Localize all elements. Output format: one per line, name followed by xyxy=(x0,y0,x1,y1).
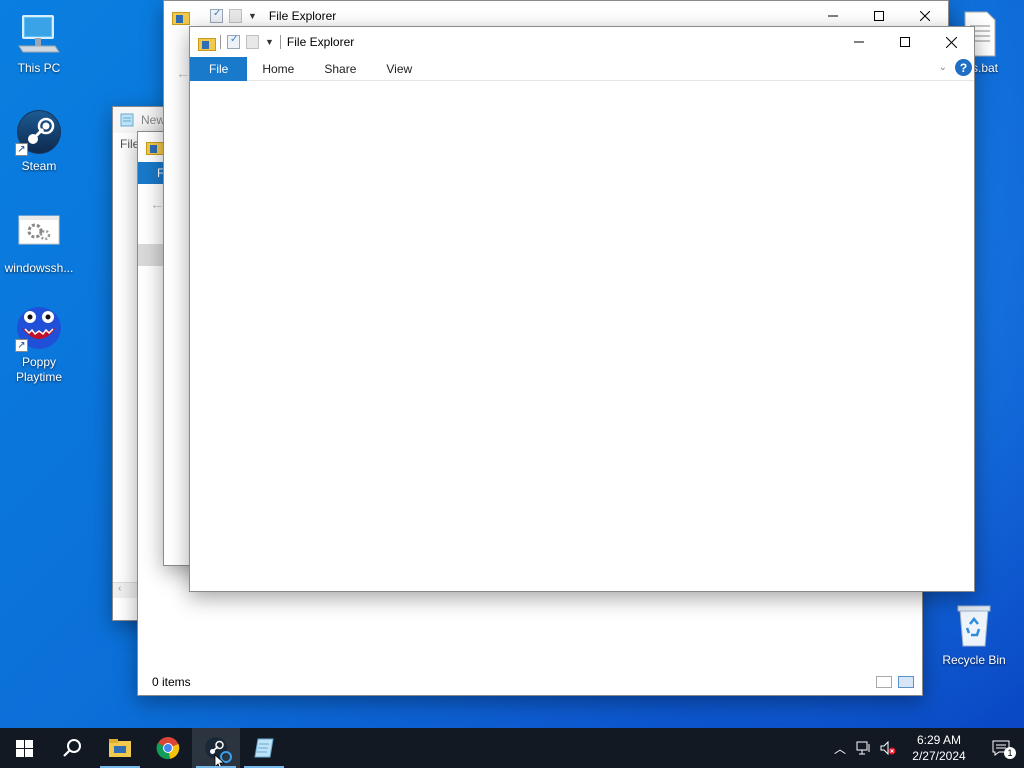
steam-icon: ↗ xyxy=(15,108,63,156)
notepad-title: New xyxy=(141,113,166,127)
settings-file-icon xyxy=(15,210,63,258)
network-button[interactable] xyxy=(852,728,876,768)
nav-pane-selected-item[interactable] xyxy=(138,244,164,266)
desktop-icon-steam[interactable]: ↗ Steam xyxy=(1,108,77,174)
close-icon xyxy=(945,36,957,48)
taskbar-notepad[interactable] xyxy=(240,728,288,768)
tab-home[interactable]: Home xyxy=(247,57,309,81)
explorer-status-bar: 0 items xyxy=(138,669,922,695)
desktop-icon-windowssh[interactable]: windowssh... xyxy=(1,210,77,276)
minimize-button[interactable] xyxy=(836,27,882,57)
desktop-icon-recycle-bin[interactable]: Recycle Bin xyxy=(936,602,1012,668)
separator xyxy=(279,35,281,49)
shortcut-arrow-icon: ↗ xyxy=(15,143,28,156)
notification-count-badge: 1 xyxy=(1004,747,1016,759)
scroll-left-icon[interactable]: ‹ xyxy=(118,583,121,594)
this-pc-icon xyxy=(15,10,63,58)
clock-date: 2/27/2024 xyxy=(912,749,966,763)
back-arrow-icon[interactable]: ← xyxy=(150,196,164,212)
start-button[interactable] xyxy=(0,728,48,768)
minimize-icon xyxy=(854,41,864,43)
steam-label: Steam xyxy=(21,159,57,173)
clock-time: 6:29 AM xyxy=(916,733,962,747)
taskbar-chrome[interactable] xyxy=(144,728,192,768)
volume-button[interactable] xyxy=(876,728,900,768)
explorer-window-front[interactable]: ▼ File Explorer File Home Share View ⌄ ? xyxy=(189,26,975,592)
taskbar-file-explorer[interactable] xyxy=(96,728,144,768)
explorer-front-titlebar[interactable]: ▼ File Explorer xyxy=(190,27,974,57)
chrome-icon xyxy=(156,737,180,760)
recycle-bin-icon xyxy=(950,602,998,650)
maximize-icon xyxy=(874,11,884,21)
action-center-button[interactable]: 1 xyxy=(978,728,1024,768)
mouse-cursor-icon xyxy=(214,754,226,768)
chevron-up-icon: ︿ xyxy=(833,741,846,756)
shortcut-arrow-icon: ↗ xyxy=(15,339,28,352)
back-arrow-icon[interactable]: ← xyxy=(176,65,190,81)
tab-share[interactable]: Share xyxy=(309,57,371,81)
folder-icon xyxy=(146,140,164,155)
expand-ribbon-chevron-icon[interactable]: ⌄ xyxy=(939,62,947,73)
customize-quick-access-icon[interactable]: ▼ xyxy=(265,37,274,47)
new-folder-icon[interactable] xyxy=(246,35,259,49)
search-icon xyxy=(63,739,81,757)
taskbar-steam[interactable] xyxy=(192,728,240,768)
poppy-playtime-label: Poppy Playtime xyxy=(15,355,62,384)
explorer-front-content xyxy=(190,82,974,591)
status-item-count: 0 items xyxy=(152,675,191,689)
folder-icon xyxy=(172,10,190,25)
volume-muted-icon xyxy=(880,741,896,755)
explorer-front-title: File Explorer xyxy=(286,35,355,49)
show-hidden-icons-button[interactable]: ︿ xyxy=(828,728,852,768)
new-folder-icon[interactable] xyxy=(229,9,242,23)
poppy-playtime-icon: ↗ xyxy=(15,304,63,352)
desktop-icon-poppy-playtime[interactable]: ↗ Poppy Playtime xyxy=(1,304,77,385)
properties-icon[interactable] xyxy=(227,34,240,49)
tab-view[interactable]: View xyxy=(371,57,427,81)
clock[interactable]: 6:29 AM 2/27/2024 xyxy=(900,732,978,764)
windows-logo-icon xyxy=(15,739,33,757)
properties-icon[interactable] xyxy=(210,8,223,23)
windowssh-label: windowssh... xyxy=(4,261,74,275)
desktop-icon-this-pc[interactable]: This PC xyxy=(1,10,77,76)
large-icons-view-icon[interactable] xyxy=(898,676,914,688)
notepad-icon xyxy=(120,113,134,127)
customize-quick-access-icon[interactable]: ▼ xyxy=(248,11,257,21)
maximize-button[interactable] xyxy=(882,27,928,57)
explorer-back-title: File Explorer xyxy=(268,9,337,23)
ribbon-tabs: File Home Share View ⌄ ? xyxy=(190,56,974,81)
desktop: This PC ↗ Steam windowssh... ↗ Poppy Pla… xyxy=(0,0,1024,728)
folder-icon xyxy=(198,36,216,51)
file-explorer-icon xyxy=(109,739,131,757)
this-pc-label: This PC xyxy=(17,61,61,75)
system-tray: ︿ 6:29 AM 2/27/2024 1 xyxy=(828,728,1024,768)
details-view-icon[interactable] xyxy=(876,676,892,688)
separator xyxy=(220,35,221,49)
notepad-icon xyxy=(254,738,274,758)
maximize-icon xyxy=(900,37,910,47)
network-icon xyxy=(856,741,870,755)
close-button[interactable] xyxy=(928,27,974,57)
search-button[interactable] xyxy=(48,728,96,768)
help-icon[interactable]: ? xyxy=(955,59,972,76)
taskbar: ︿ 6:29 AM 2/27/2024 1 xyxy=(0,728,1024,768)
recycle-bin-label: Recycle Bin xyxy=(942,653,1006,667)
close-icon xyxy=(920,11,930,21)
minimize-icon xyxy=(828,15,838,17)
tab-file[interactable]: File xyxy=(190,56,248,81)
